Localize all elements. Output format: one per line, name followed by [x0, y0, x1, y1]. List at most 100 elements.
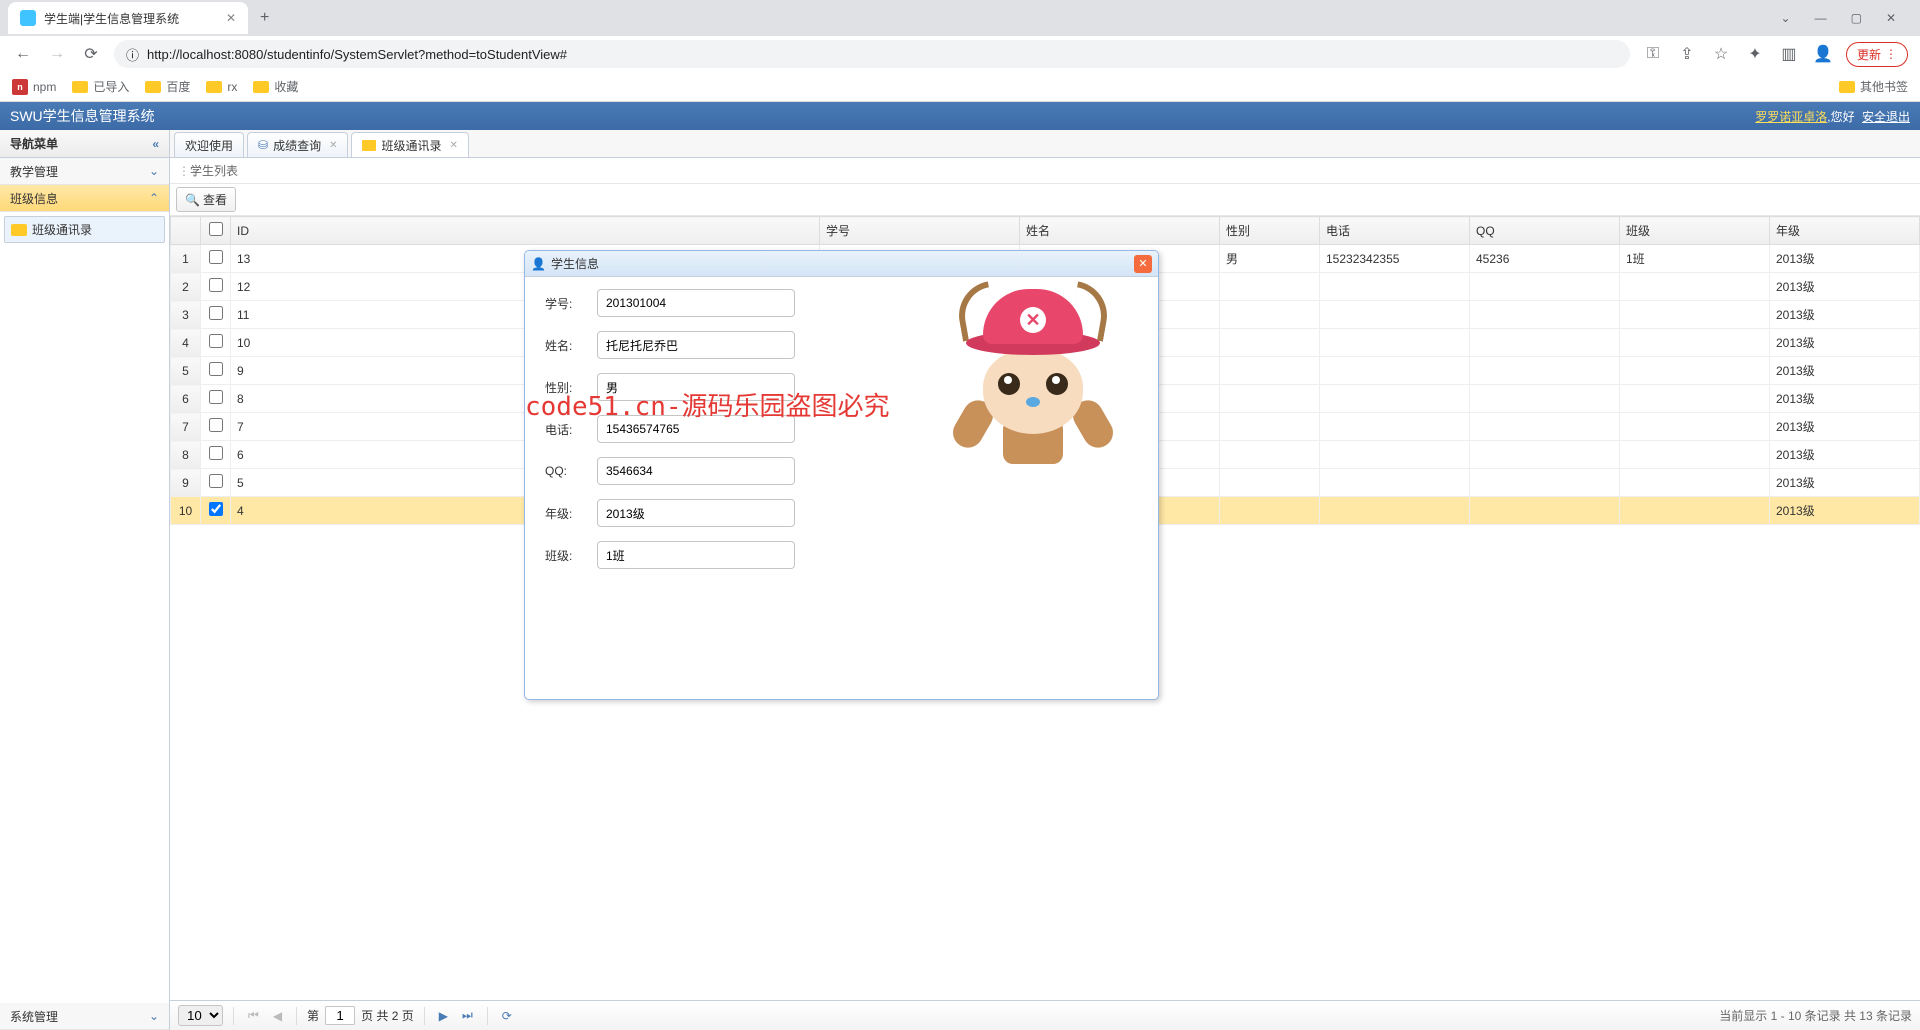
page-next-icon[interactable]: ▶: [435, 1009, 452, 1023]
cell-class: [1620, 329, 1770, 357]
page-size-select[interactable]: 10: [178, 1005, 223, 1026]
window-minimize-icon[interactable]: —: [1815, 11, 1827, 25]
nav-back-icon[interactable]: ←: [12, 45, 34, 63]
row-checkbox[interactable]: [209, 474, 223, 488]
cell-phone: [1320, 273, 1470, 301]
dialog-titlebar[interactable]: 👤 学生信息 ✕: [525, 251, 1158, 277]
col-rownum: [171, 217, 201, 245]
sidebar-cat-system[interactable]: 系统管理⌄: [0, 1003, 169, 1030]
select-all-checkbox[interactable]: [209, 222, 223, 236]
caret-down-icon[interactable]: ⌄: [1781, 11, 1791, 25]
row-checkbox[interactable]: [209, 278, 223, 292]
favicon-icon: [20, 10, 36, 26]
share-icon[interactable]: ⇪: [1676, 44, 1698, 64]
col-qq[interactable]: QQ: [1470, 217, 1620, 245]
collapse-sidebar-icon[interactable]: «: [152, 137, 159, 151]
tab-close-icon[interactable]: ✕: [450, 140, 458, 151]
dialog-close-button[interactable]: ✕: [1134, 255, 1152, 273]
new-tab-button[interactable]: +: [248, 9, 281, 27]
profile-icon[interactable]: 👤: [1812, 44, 1834, 64]
row-checkbox[interactable]: [209, 390, 223, 404]
row-checkbox[interactable]: [209, 502, 223, 516]
drag-handle-icon: ⋮⋮: [178, 164, 186, 178]
bookmark-npm[interactable]: nnpm: [12, 79, 56, 95]
bookmark-other[interactable]: 其他书签: [1839, 78, 1908, 95]
logout-link[interactable]: 安全退出: [1862, 110, 1910, 124]
col-name[interactable]: 姓名: [1020, 217, 1220, 245]
browser-tab-strip: 学生端|学生信息管理系统 ✕ + ⌄ — ▢ ✕: [0, 0, 1920, 36]
cell-class: 1班: [1620, 245, 1770, 273]
input-qq[interactable]: [597, 457, 795, 485]
row-checkbox[interactable]: [209, 250, 223, 264]
col-sno[interactable]: 学号: [820, 217, 1020, 245]
cell-phone: [1320, 469, 1470, 497]
page-prev-icon[interactable]: ◀: [269, 1009, 286, 1023]
site-info-icon[interactable]: ⓘ: [126, 45, 139, 64]
input-phone[interactable]: [597, 415, 795, 443]
address-bar[interactable]: ⓘ http://localhost:8080/studentinfo/Syst…: [114, 40, 1630, 68]
row-checkbox[interactable]: [209, 362, 223, 376]
label-phone: 电话:: [545, 421, 587, 438]
nav-reload-icon[interactable]: ⟳: [80, 44, 102, 64]
col-id[interactable]: ID: [231, 217, 820, 245]
input-sno[interactable]: [597, 289, 795, 317]
chevron-down-icon: ⌄: [149, 164, 159, 178]
sidebar-item-class-contacts[interactable]: 班级通讯录: [4, 216, 165, 243]
tab-close-icon[interactable]: ✕: [329, 140, 337, 151]
view-button[interactable]: 🔍查看: [176, 187, 236, 212]
bookmark-baidu[interactable]: 百度: [145, 78, 190, 95]
input-sex[interactable]: [597, 373, 795, 401]
user-icon: 👤: [531, 257, 546, 271]
cell-grade: 2013级: [1770, 497, 1920, 525]
cell-grade: 2013级: [1770, 301, 1920, 329]
row-checkbox[interactable]: [209, 334, 223, 348]
chopper-avatar-icon: ✕: [948, 289, 1118, 464]
row-checkbox[interactable]: [209, 306, 223, 320]
label-grade: 年级:: [545, 505, 587, 522]
tab-welcome[interactable]: 欢迎使用: [174, 132, 244, 157]
page-refresh-icon[interactable]: ⟳: [498, 1009, 516, 1023]
input-class[interactable]: [597, 541, 795, 569]
sidebar-cat-class[interactable]: 班级信息⌃: [0, 185, 169, 212]
label-sno: 学号:: [545, 295, 587, 312]
bookmark-imported[interactable]: 已导入: [72, 78, 129, 95]
student-form: 学号: 姓名: 性别: 电话: QQ: 年级: 班级:: [545, 289, 795, 687]
cell-sex: [1220, 497, 1320, 525]
cell-qq: [1470, 441, 1620, 469]
input-name[interactable]: [597, 331, 795, 359]
browser-tab[interactable]: 学生端|学生信息管理系统 ✕: [8, 2, 248, 34]
sidebar-cat-teaching[interactable]: 教学管理⌄: [0, 158, 169, 185]
key-icon[interactable]: ⚿: [1642, 45, 1664, 63]
update-button[interactable]: 更新⋮: [1846, 42, 1908, 67]
cell-qq: 45236: [1470, 245, 1620, 273]
window-close-icon[interactable]: ✕: [1886, 11, 1896, 25]
bookmark-star-icon[interactable]: ☆: [1710, 44, 1732, 64]
col-phone[interactable]: 电话: [1320, 217, 1470, 245]
current-user-link[interactable]: 罗罗诺亚卓洛: [1755, 110, 1827, 124]
cell-phone: [1320, 329, 1470, 357]
tab-close-icon[interactable]: ✕: [226, 11, 236, 25]
col-class[interactable]: 班级: [1620, 217, 1770, 245]
cell-rownum: 7: [171, 413, 201, 441]
input-grade[interactable]: [597, 499, 795, 527]
window-maximize-icon[interactable]: ▢: [1851, 11, 1862, 25]
cell-rownum: 4: [171, 329, 201, 357]
reading-list-icon[interactable]: ▥: [1778, 44, 1800, 64]
row-checkbox[interactable]: [209, 446, 223, 460]
col-sex[interactable]: 性别: [1220, 217, 1320, 245]
extensions-icon[interactable]: ✦: [1744, 44, 1766, 64]
page-number-input[interactable]: [325, 1006, 355, 1025]
page-first-icon[interactable]: ⏮: [244, 1008, 263, 1023]
chevron-down-icon: ⌄: [149, 1009, 159, 1023]
bookmark-rx[interactable]: rx: [206, 80, 237, 94]
cell-sex: [1220, 273, 1320, 301]
page-last-icon[interactable]: ⏭: [458, 1008, 477, 1023]
nav-forward-icon[interactable]: →: [46, 45, 68, 63]
tab-class-contacts[interactable]: 班级通讯录✕: [351, 132, 468, 157]
row-checkbox[interactable]: [209, 418, 223, 432]
bookmark-fav[interactable]: 收藏: [253, 78, 298, 95]
cell-grade: 2013级: [1770, 413, 1920, 441]
folder-icon: [362, 140, 376, 151]
tab-score-query[interactable]: ⛁成绩查询✕: [247, 132, 348, 157]
col-grade[interactable]: 年级: [1770, 217, 1920, 245]
